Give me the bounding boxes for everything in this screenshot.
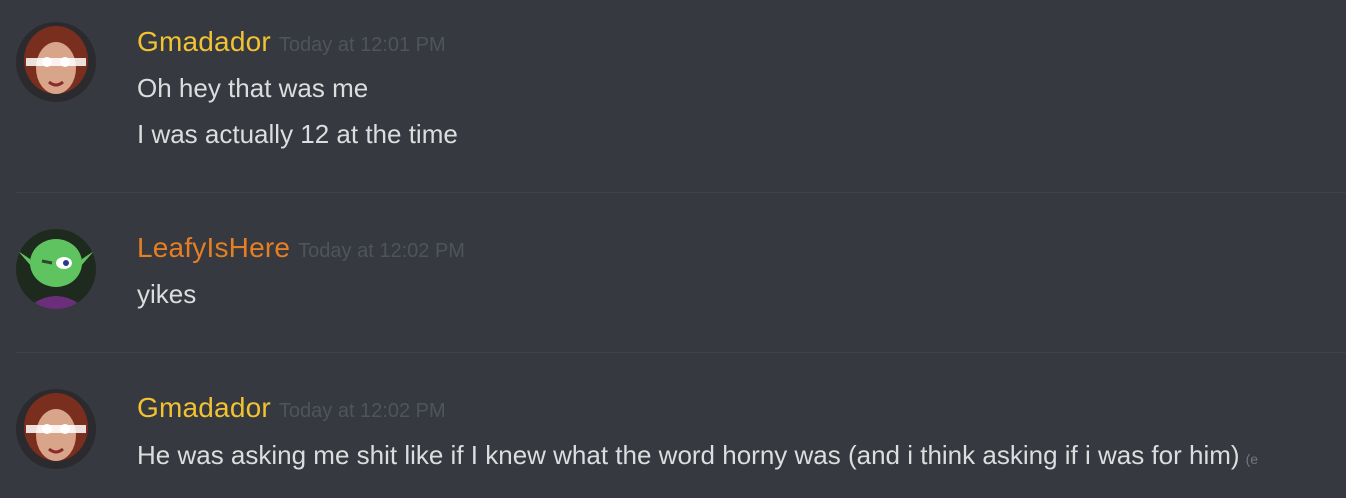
- author-name[interactable]: Gmadador: [137, 392, 271, 423]
- author-name[interactable]: Gmadador: [137, 26, 271, 57]
- green-goblin-avatar-icon: [16, 229, 96, 309]
- message-divider: [16, 352, 1346, 353]
- timestamp: Today at 12:02 PM: [298, 240, 465, 262]
- glowing-eyes-woman-avatar-icon: [16, 389, 96, 469]
- avatar[interactable]: [16, 389, 96, 469]
- message-text: He was asking me shit like if I knew wha…: [137, 440, 1258, 471]
- glowing-eyes-woman-avatar-icon: [16, 22, 96, 102]
- avatar[interactable]: [16, 229, 96, 309]
- timestamp: Today at 12:02 PM: [278, 400, 446, 422]
- message-divider: [16, 192, 1346, 193]
- message-header: Gmadador Today at 12:02 PM: [137, 392, 446, 424]
- message-text-content: He was asking me shit like if I knew wha…: [137, 440, 1240, 470]
- message-text: Oh hey that was me: [137, 73, 369, 103]
- message-header: Gmadador Today at 12:01 PM: [137, 26, 446, 58]
- message-text: yikes: [137, 279, 197, 309]
- message-header: LeafyIsHere Today at 12:02 PM: [137, 232, 465, 264]
- timestamp: Today at 12:01 PM: [278, 34, 446, 56]
- author-name[interactable]: LeafyIsHere: [137, 232, 290, 263]
- message-text: I was actually 12 at the time: [137, 119, 458, 149]
- edited-indicator: (e: [1245, 451, 1259, 467]
- avatar[interactable]: [16, 22, 96, 102]
